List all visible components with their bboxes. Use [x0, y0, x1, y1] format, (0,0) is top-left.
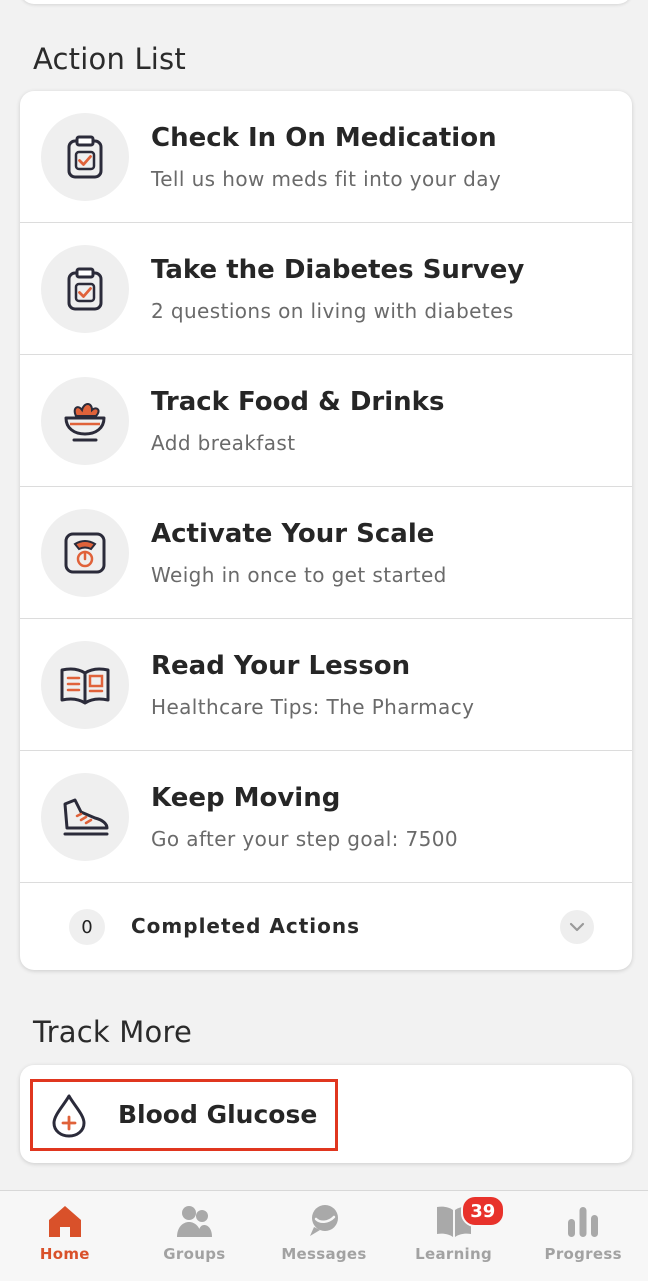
tab-label: Home: [39, 1245, 90, 1263]
messages-icon: [309, 1205, 338, 1236]
shoe-icon: [41, 773, 129, 861]
tab-groups[interactable]: Groups: [130, 1191, 260, 1281]
blood-glucose-label: Blood Glucose: [118, 1100, 318, 1129]
action-item-diabetes-survey[interactable]: Take the Diabetes Survey 2 questions on …: [20, 223, 632, 355]
home-icon: [48, 1206, 81, 1237]
action-list-title: Action List: [33, 42, 186, 76]
expand-completed-button[interactable]: [560, 910, 594, 944]
completed-actions-label: Completed Actions: [131, 914, 361, 938]
action-title: Check In On Medication: [151, 123, 497, 153]
blood-drop-icon: [50, 1093, 88, 1143]
action-item-read-lesson[interactable]: Read Your Lesson Healthcare Tips: The Ph…: [20, 619, 632, 751]
clipboard-check-icon: [41, 245, 129, 333]
track-blood-glucose[interactable]: Blood Glucose: [20, 1065, 632, 1163]
action-item-medication[interactable]: Check In On Medication Tell us how meds …: [20, 91, 632, 223]
action-subtitle: Healthcare Tips: The Pharmacy: [151, 695, 475, 719]
action-title: Take the Diabetes Survey: [151, 255, 525, 285]
tab-home[interactable]: Home: [0, 1191, 130, 1281]
clipboard-check-icon: [41, 113, 129, 201]
food-bowl-icon: [41, 377, 129, 465]
action-title: Activate Your Scale: [151, 519, 435, 549]
completed-actions-row[interactable]: 0 Completed Actions: [20, 883, 632, 970]
tab-label: Messages: [281, 1245, 367, 1263]
scale-icon: [41, 509, 129, 597]
track-more-title: Track More: [33, 1015, 192, 1049]
open-book-icon: [41, 641, 129, 729]
tab-label: Groups: [163, 1245, 226, 1263]
tab-progress[interactable]: Progress: [518, 1191, 648, 1281]
tab-messages[interactable]: Messages: [259, 1191, 389, 1281]
action-title: Keep Moving: [151, 783, 341, 813]
bottom-tab-bar: Home Groups Messages Learning 39 Progres…: [0, 1190, 648, 1281]
action-title: Read Your Lesson: [151, 651, 411, 681]
bar-chart-icon: [568, 1207, 599, 1237]
action-subtitle: Weigh in once to get started: [151, 563, 447, 587]
track-more-card: Blood Glucose: [20, 1065, 632, 1163]
action-list-card: Check In On Medication Tell us how meds …: [20, 91, 632, 970]
previous-card-edge: [20, 0, 632, 4]
groups-icon: [177, 1206, 213, 1237]
tab-label: Learning: [415, 1245, 493, 1263]
chevron-down-icon: [569, 922, 585, 932]
action-item-activate-scale[interactable]: Activate Your Scale Weigh in once to get…: [20, 487, 632, 619]
notification-badge: 39: [460, 1195, 505, 1227]
action-subtitle: 2 questions on living with diabetes: [151, 299, 514, 323]
completed-count-badge: 0: [69, 909, 105, 945]
action-subtitle: Tell us how meds fit into your day: [151, 167, 502, 191]
action-item-keep-moving[interactable]: Keep Moving Go after your step goal: 750…: [20, 751, 632, 883]
action-title: Track Food & Drinks: [151, 387, 445, 417]
action-item-track-food[interactable]: Track Food & Drinks Add breakfast: [20, 355, 632, 487]
tab-label: Progress: [544, 1245, 622, 1263]
action-subtitle: Add breakfast: [151, 431, 296, 455]
action-subtitle: Go after your step goal: 7500: [151, 827, 459, 851]
tab-learning[interactable]: Learning 39: [389, 1191, 519, 1281]
